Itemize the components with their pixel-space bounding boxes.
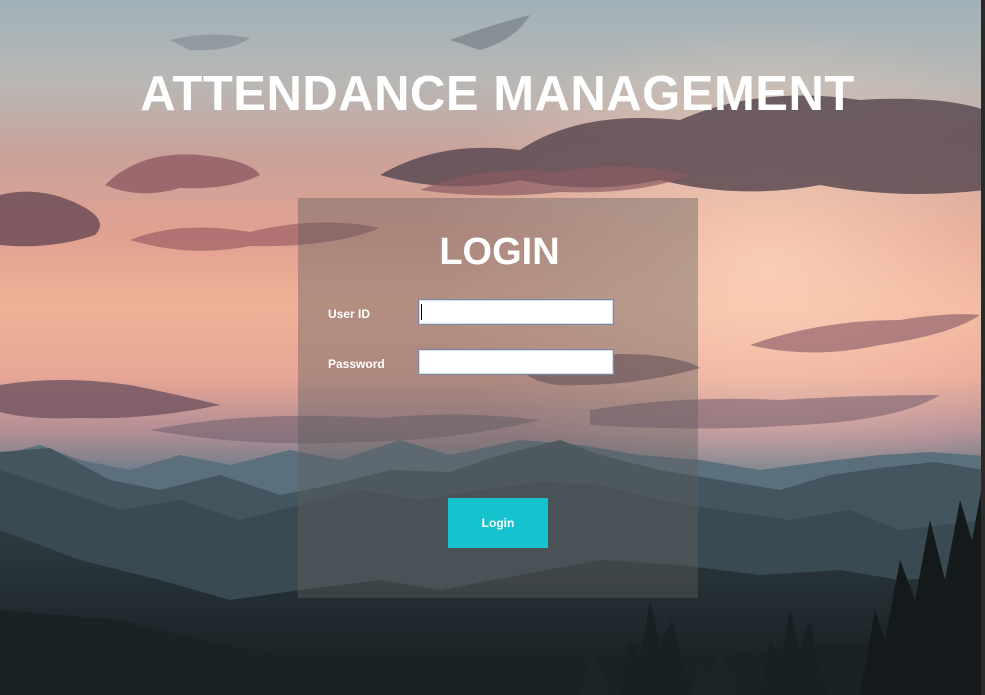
user-id-label: User ID [328,307,371,321]
login-button[interactable]: Login [448,498,548,548]
user-id-input[interactable] [418,299,614,325]
app-title: ATTENDANCE MANAGEMENT [140,67,855,121]
login-heading: LOGIN [439,231,560,273]
text-cursor [421,304,422,320]
password-label: Password [328,357,385,371]
password-input[interactable] [418,349,614,375]
login-window: ATTENDANCE MANAGEMENT LOGIN User ID Pass… [0,0,985,695]
login-panel: LOGIN User ID Password Login [298,198,698,598]
